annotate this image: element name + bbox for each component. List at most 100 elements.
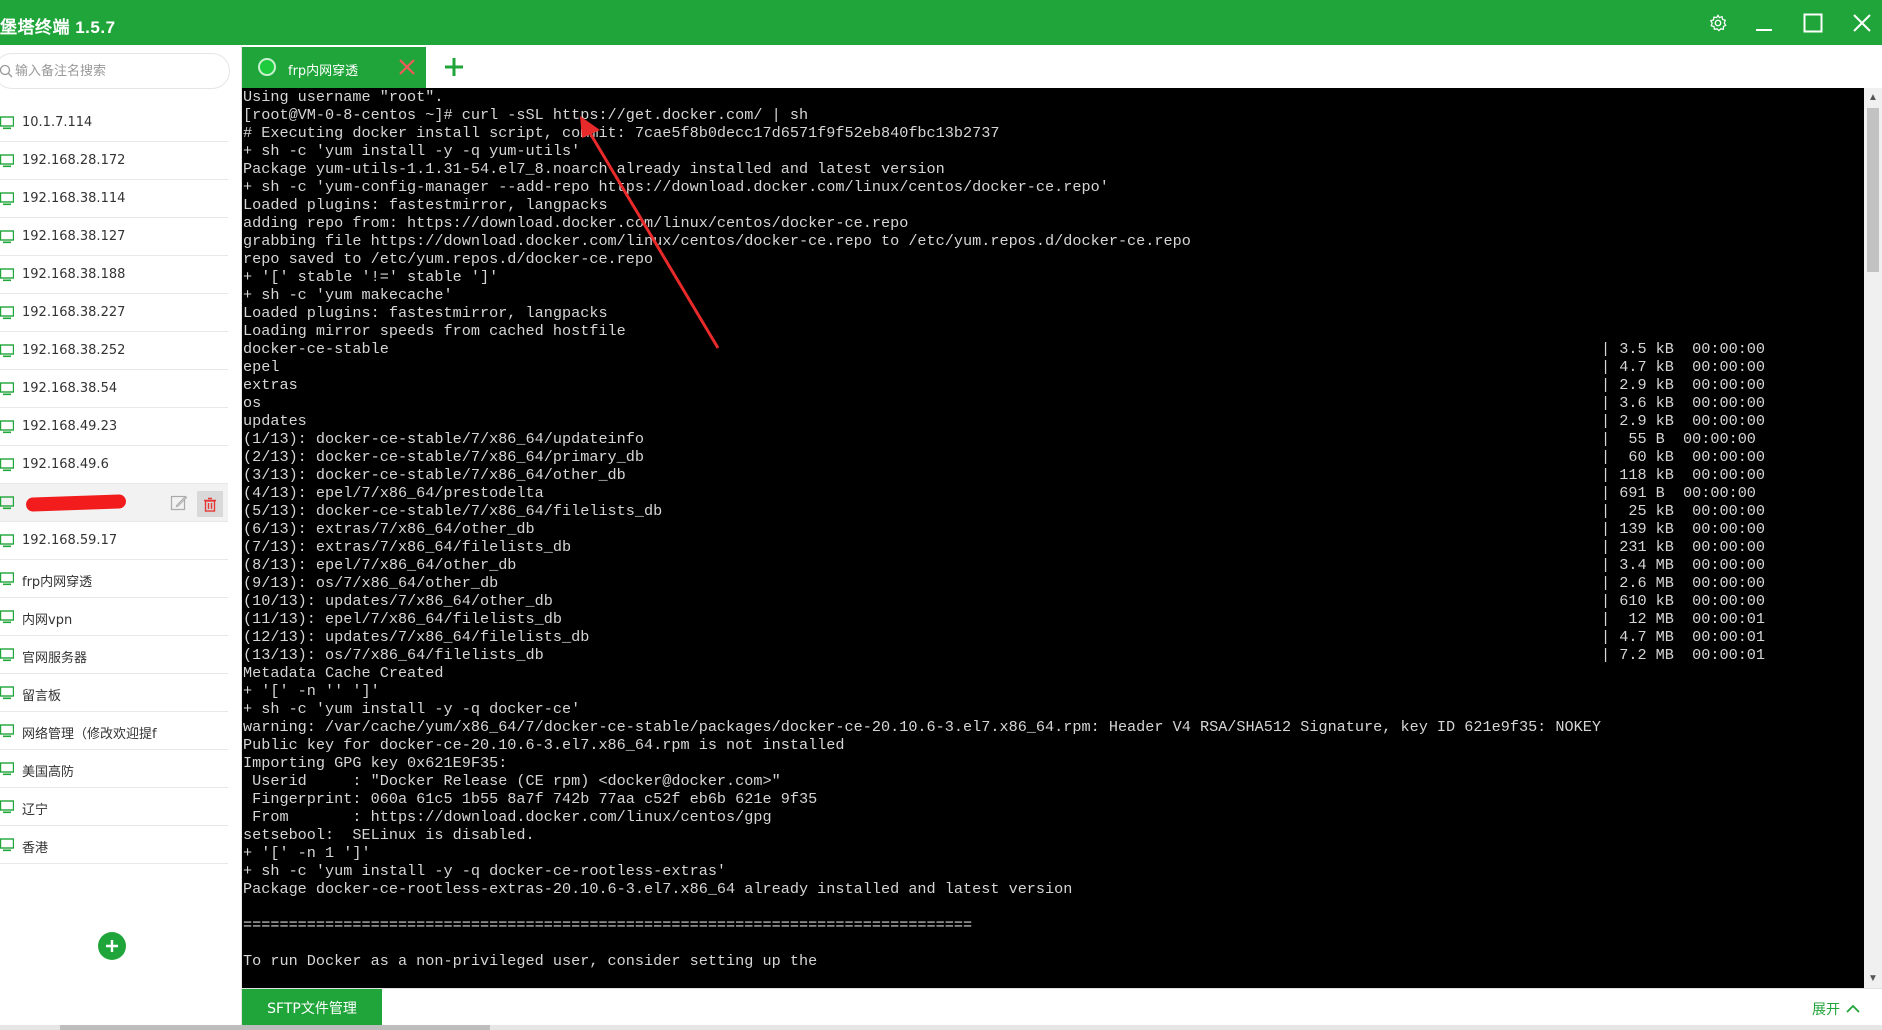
host-sidebar: 10.1.7.114 192.168.28.172 192.168.38.114…: [0, 45, 242, 1030]
terminal-line: warning: /var/cache/yum/x86_64/7/docker-…: [243, 718, 1601, 736]
sftp-file-manager-button[interactable]: SFTP文件管理: [242, 989, 382, 1026]
terminal-line: Userid : "Docker Release (CE rpm) <docke…: [243, 772, 781, 790]
terminal-line: adding repo from: https://download.docke…: [243, 214, 909, 232]
maximize-icon[interactable]: [1797, 8, 1829, 38]
host-label: 192.168.59.17: [22, 533, 118, 548]
host-list: 10.1.7.114 192.168.28.172 192.168.38.114…: [0, 104, 228, 864]
trash-icon: [204, 497, 216, 512]
edit-icon[interactable]: [170, 494, 188, 512]
scroll-up-icon[interactable]: ▲: [1868, 92, 1878, 103]
terminal-line: epel | 4.7 kB 00:00:00: [243, 358, 1766, 376]
host-label: 内网vpn: [22, 613, 73, 628]
monitor-icon: [0, 344, 14, 358]
terminal-line: Package docker-ce-rootless-extras-20.10.…: [243, 880, 1073, 898]
host-item[interactable]: 香港: [0, 826, 228, 864]
host-item[interactable]: 10.1.7.114: [0, 104, 228, 142]
host-item[interactable]: 网络管理（修改欢迎提f: [0, 712, 228, 750]
terminal-line: Loaded plugins: fastestmirror, langpacks: [243, 304, 608, 322]
horizontal-scroll-thumb[interactable]: [60, 1025, 490, 1030]
redaction-mark: [25, 494, 127, 512]
terminal-line: + sh -c 'yum install -y -q yum-utils': [243, 142, 581, 160]
terminal-line: (12/13): updates/7/x86_64/filelists_db |…: [243, 628, 1766, 646]
host-label: 留言板: [22, 689, 62, 704]
host-search-box[interactable]: [0, 53, 230, 89]
terminal-line: (8/13): epel/7/x86_64/other_db | 3.4 MB …: [243, 556, 1766, 574]
host-item[interactable]: 美国高防: [0, 750, 228, 788]
connection-status-dot: [258, 58, 276, 76]
terminal-scrollbar[interactable]: ▲ ▼: [1864, 88, 1882, 988]
terminal-line: From : https://download.docker.com/linux…: [243, 808, 772, 826]
tab-frp[interactable]: frp内网穿透: [242, 47, 426, 88]
host-item[interactable]: 192.168.38.252: [0, 332, 228, 370]
settings-gear-icon[interactable]: [1702, 8, 1734, 38]
new-tab-plus-icon[interactable]: [442, 55, 466, 79]
host-item[interactable]: 留言板: [0, 674, 228, 712]
terminal-line: os | 3.6 kB 00:00:00: [243, 394, 1766, 412]
host-label: 192.168.38.54: [22, 381, 118, 396]
terminal-line: docker-ce-stable | 3.5 kB 00:00:00: [243, 340, 1766, 358]
host-item[interactable]: 192.168.38.127: [0, 218, 228, 256]
delete-button[interactable]: [197, 491, 223, 517]
terminal-line: Metadata Cache Created: [243, 664, 444, 682]
terminal-line: + '[' stable '!=' stable ']': [243, 268, 499, 286]
terminal-line: Loaded plugins: fastestmirror, langpacks: [243, 196, 608, 214]
host-item[interactable]: 192.168.49.6: [0, 446, 228, 484]
tab-close-icon[interactable]: [396, 56, 418, 78]
title-bar: 堡塔终端 1.5.7: [0, 0, 1882, 45]
monitor-icon: [0, 762, 14, 776]
scroll-thumb[interactable]: [1867, 108, 1879, 272]
host-label: 192.168.38.188: [22, 267, 126, 282]
host-item[interactable]: 192.168.38.114: [0, 180, 228, 218]
scroll-down-icon[interactable]: ▼: [1868, 973, 1878, 984]
terminal-line: (3/13): docker-ce-stable/7/x86_64/other_…: [243, 466, 1766, 484]
host-label: 192.168.28.172: [22, 153, 126, 168]
add-host-button[interactable]: [98, 932, 126, 960]
terminal-line: ========================================…: [243, 916, 973, 934]
terminal-line: + '[' -n 1 ']': [243, 844, 371, 862]
host-item-selected[interactable]: [0, 484, 228, 522]
window-title: 堡塔终端 1.5.7: [0, 18, 116, 37]
host-item[interactable]: 192.168.49.23: [0, 408, 228, 446]
session-tab-bar: frp内网穿透: [242, 45, 1882, 88]
host-item[interactable]: 官网服务器: [0, 636, 228, 674]
monitor-icon: [0, 686, 14, 700]
terminal-line: Fingerprint: 060a 61c5 1b55 8a7f 742b 77…: [243, 790, 818, 808]
search-input[interactable]: [15, 61, 215, 81]
host-item[interactable]: 192.168.38.227: [0, 294, 228, 332]
expand-button[interactable]: 展开: [1812, 999, 1860, 1019]
monitor-icon: [0, 572, 14, 586]
host-label: 192.168.38.114: [22, 191, 126, 206]
terminal-line: [root@VM-0-8-centos ~]# curl -sSL https:…: [243, 106, 809, 124]
terminal-line: (4/13): epel/7/x86_64/prestodelta | 691 …: [243, 484, 1756, 502]
host-label: 网络管理（修改欢迎提f: [22, 727, 157, 742]
host-item[interactable]: 192.168.38.188: [0, 256, 228, 294]
host-item[interactable]: 192.168.28.172: [0, 142, 228, 180]
close-icon[interactable]: [1846, 8, 1878, 38]
monitor-icon: [0, 268, 14, 282]
host-item[interactable]: 内网vpn: [0, 598, 228, 636]
terminal-line: Importing GPG key 0x621E9F35:: [243, 754, 508, 772]
monitor-icon: [0, 496, 14, 510]
monitor-icon: [0, 534, 14, 548]
minimize-icon[interactable]: [1748, 8, 1780, 38]
terminal-line: updates | 2.9 kB 00:00:00: [243, 412, 1766, 430]
terminal-line: + '[' -n '' ']': [243, 682, 380, 700]
host-item[interactable]: 辽宁: [0, 788, 228, 826]
plus-icon: [106, 940, 118, 952]
terminal-line: (5/13): docker-ce-stable/7/x86_64/fileli…: [243, 502, 1766, 520]
host-item[interactable]: frp内网穿透: [0, 560, 228, 598]
host-item[interactable]: 192.168.59.17: [0, 522, 228, 560]
terminal-output[interactable]: Using username "root". [root@VM-0-8-cento…: [242, 88, 1864, 988]
chevron-up-icon: [1846, 1004, 1860, 1013]
monitor-icon: [0, 192, 14, 206]
host-label: 192.168.38.127: [22, 229, 126, 244]
terminal-line: To run Docker as a non-privileged user, …: [243, 952, 818, 970]
terminal-line: (11/13): epel/7/x86_64/filelists_db | 12…: [243, 610, 1766, 628]
terminal-line: + sh -c 'yum install -y -q docker-ce-roo…: [243, 862, 727, 880]
horizontal-scrollbar[interactable]: [0, 1025, 1882, 1030]
terminal-line: Using username "root".: [243, 88, 444, 106]
terminal-line: # Executing docker install script, commi…: [243, 124, 1000, 142]
host-item[interactable]: 192.168.38.54: [0, 370, 228, 408]
terminal-line: (13/13): os/7/x86_64/filelists_db | 7.2 …: [243, 646, 1766, 664]
